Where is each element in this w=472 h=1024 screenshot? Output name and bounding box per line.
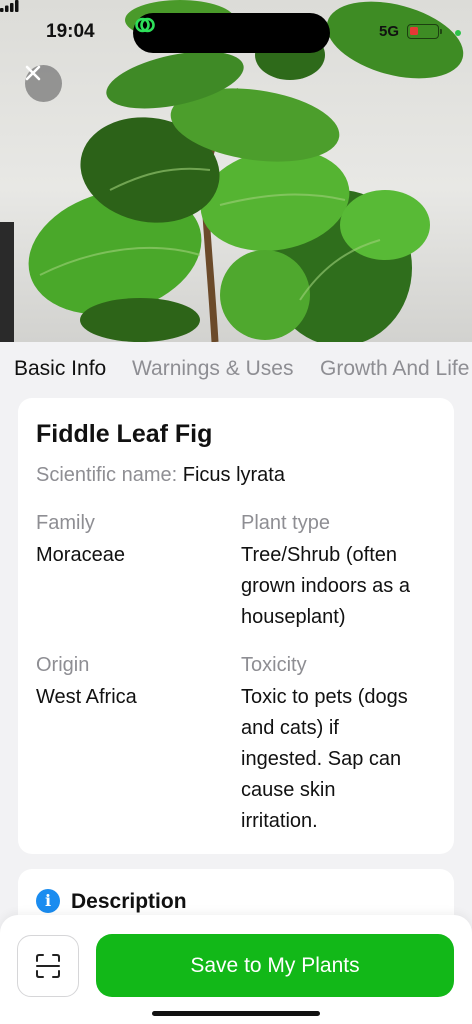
section-tabs: Basic Info Warnings & Uses Growth And Li…: [0, 342, 472, 398]
status-time: 19:04: [46, 21, 95, 42]
scientific-name-value: Ficus lyrata: [182, 464, 285, 486]
tab-growth-and-life[interactable]: Growth And Life: [320, 357, 469, 381]
privacy-indicator-dot: [455, 30, 461, 36]
dynamic-island: [133, 13, 330, 53]
scientific-name-row: Scientific name: Ficus lyrata: [36, 464, 285, 487]
plant-type-line: houseplant): [241, 606, 346, 628]
origin-label: Origin: [36, 654, 90, 676]
origin-value: West Africa: [36, 686, 137, 708]
battery-icon: [407, 24, 439, 39]
plant-type-value: Tree/Shrub (often grown indoors as a hou…: [241, 540, 410, 633]
description-title: Description: [71, 890, 187, 913]
plant-type-line: Tree/Shrub (often: [241, 544, 398, 566]
toxicity-line: Toxic to pets (dogs: [241, 686, 408, 708]
toxicity-value: Toxic to pets (dogs and cats) if ingeste…: [241, 682, 408, 837]
toxicity-line: irritation.: [241, 810, 318, 832]
save-to-my-plants-button[interactable]: Save to My Plants: [96, 934, 454, 997]
toxicity-line: cause skin: [241, 779, 336, 801]
info-icon: i: [36, 889, 60, 913]
tab-warnings-uses[interactable]: Warnings & Uses: [132, 357, 293, 381]
signal-bars-icon: [0, 0, 19, 12]
basic-info-card: Fiddle Leaf Fig Scientific name: Ficus l…: [18, 398, 454, 854]
close-icon: [25, 65, 41, 81]
home-indicator: [152, 1011, 320, 1016]
plant-type-label: Plant type: [241, 512, 330, 534]
toxicity-label: Toxicity: [241, 654, 307, 676]
plant-type-line: grown indoors as a: [241, 575, 410, 597]
battery-nub: [440, 29, 442, 34]
family-label: Family: [36, 512, 95, 534]
network-type: 5G: [379, 23, 400, 40]
scan-button[interactable]: [17, 935, 79, 997]
status-bar: 19:04 5G: [0, 0, 472, 62]
tab-basic-info[interactable]: Basic Info: [14, 357, 106, 381]
plant-photo: 19:04 5G: [0, 0, 472, 342]
link-rings-icon: [135, 17, 155, 33]
bottom-action-bar: Save to My Plants: [0, 915, 472, 1024]
scientific-name-label: Scientific name:: [36, 464, 178, 486]
toxicity-line: ingested. Sap can: [241, 748, 402, 770]
plant-name: Fiddle Leaf Fig: [36, 420, 213, 448]
toxicity-line: and cats) if: [241, 717, 339, 739]
family-value: Moraceae: [36, 544, 125, 566]
close-button[interactable]: [25, 65, 62, 102]
scan-icon: [36, 954, 60, 978]
